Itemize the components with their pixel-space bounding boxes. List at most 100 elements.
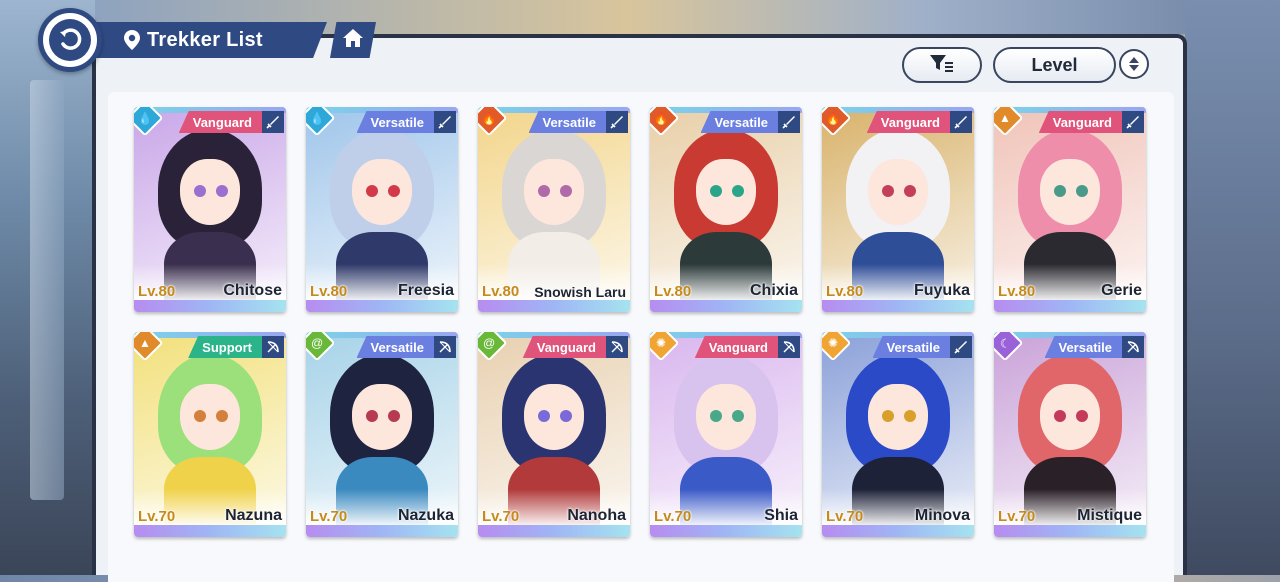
- card-rarity-strip: [650, 300, 802, 312]
- trekker-card[interactable]: ☾ Versatile Lv.70 Mistique: [994, 332, 1146, 537]
- portrait-eye: [538, 410, 550, 422]
- role-badge: Versatile: [356, 111, 434, 133]
- portrait-eye: [882, 185, 894, 197]
- sword-icon: [262, 111, 284, 133]
- element-glyph: 🔥: [653, 110, 669, 125]
- background-left-scenery: [0, 0, 95, 575]
- sort-order-toggle[interactable]: [1119, 49, 1149, 79]
- sword-icon: [606, 111, 628, 133]
- element-glyph: 💧: [309, 110, 325, 125]
- trekker-level: Lv.80: [310, 283, 348, 300]
- back-button[interactable]: [38, 8, 102, 72]
- element-glyph: ✺: [655, 336, 667, 350]
- role-badge: Support: [188, 336, 262, 358]
- page-title: Trekker List: [147, 28, 263, 51]
- filter-button[interactable]: [902, 47, 982, 83]
- sword-icon: [1122, 111, 1144, 133]
- portrait-face: [524, 159, 584, 225]
- role-badge: Versatile: [872, 336, 950, 358]
- location-pin-icon: [123, 29, 141, 51]
- filter-icon: [929, 53, 955, 78]
- portrait-eye: [194, 410, 206, 422]
- trekker-grid: 💧 Vanguard Lv.80 Chitose 💧 Versatile Lv.…: [134, 107, 1149, 537]
- portrait-eye: [388, 410, 400, 422]
- role-badge: Versatile: [356, 336, 434, 358]
- trekker-card[interactable]: ▲ Support Lv.70 Nazuna: [134, 332, 286, 537]
- card-rarity-strip: [650, 525, 802, 537]
- role-badge: Vanguard: [178, 111, 262, 133]
- portrait-eye: [904, 410, 916, 422]
- role-badge: Vanguard: [1038, 111, 1122, 133]
- portrait-face: [868, 384, 928, 450]
- trekker-card[interactable]: 🔥 Vanguard Lv.80 Fuyuka: [822, 107, 974, 312]
- bow-icon: [606, 336, 628, 358]
- portrait-face: [696, 384, 756, 450]
- bow-icon: [434, 336, 456, 358]
- element-glyph: @: [482, 336, 496, 350]
- back-arrow-icon: [49, 19, 91, 61]
- bow-icon: [1122, 336, 1144, 358]
- trekker-level: Lv.70: [482, 508, 520, 525]
- sword-icon: [950, 336, 972, 358]
- card-rarity-strip: [994, 525, 1146, 537]
- sort-ascending-icon: [1129, 57, 1139, 63]
- portrait-eye: [366, 410, 378, 422]
- trekker-name: Nazuna: [225, 507, 282, 524]
- trekker-level: Lv.70: [138, 508, 176, 525]
- portrait-eye: [1054, 410, 1066, 422]
- trekker-card[interactable]: @ Vanguard Lv.70 Nanoha: [478, 332, 630, 537]
- trekker-card[interactable]: 💧 Versatile Lv.80 Freesia: [306, 107, 458, 312]
- bow-icon: [778, 336, 800, 358]
- trekker-name: Nazuka: [397, 507, 454, 524]
- card-rarity-strip: [994, 300, 1146, 312]
- element-glyph: 🔥: [825, 110, 841, 125]
- element-glyph: 💧: [137, 110, 153, 125]
- trekker-name: Nanoha: [567, 507, 626, 524]
- sort-descending-icon: [1129, 65, 1139, 71]
- bow-icon: [262, 336, 284, 358]
- portrait-eye: [538, 185, 550, 197]
- trekker-name: Gerie: [1101, 282, 1142, 299]
- trekker-name: Chitose: [223, 282, 282, 299]
- element-glyph: ▲: [139, 335, 151, 350]
- portrait-eye: [560, 185, 572, 197]
- trekker-card[interactable]: 💧 Vanguard Lv.80 Chitose: [134, 107, 286, 312]
- element-glyph: 🔥: [481, 110, 497, 125]
- portrait-eye: [366, 185, 378, 197]
- home-icon: [342, 28, 364, 53]
- portrait-eye: [388, 185, 400, 197]
- role-badge: Versatile: [700, 111, 778, 133]
- sort-by-button[interactable]: Level: [993, 47, 1116, 83]
- sword-icon: [434, 111, 456, 133]
- portrait-face: [868, 159, 928, 225]
- trekker-level: Lv.70: [826, 508, 864, 525]
- portrait-eye: [882, 410, 894, 422]
- trekker-card[interactable]: @ Versatile Lv.70 Nazuka: [306, 332, 458, 537]
- trekker-name: Mistique: [1077, 507, 1142, 524]
- portrait-face: [180, 384, 240, 450]
- background-right-scenery: [1185, 0, 1280, 575]
- portrait-eye: [560, 410, 572, 422]
- element-glyph: ▲: [999, 110, 1011, 125]
- trekker-card[interactable]: 🔥 Versatile Lv.80 Chixia: [650, 107, 802, 312]
- trekker-card[interactable]: ▲ Vanguard Lv.80 Gerie: [994, 107, 1146, 312]
- trekker-level: Lv.80: [482, 283, 520, 300]
- sword-icon: [950, 111, 972, 133]
- portrait-eye: [1076, 185, 1088, 197]
- trekker-card[interactable]: ✺ Versatile Lv.70 Minova: [822, 332, 974, 537]
- trekker-level: Lv.70: [310, 508, 348, 525]
- sword-icon: [778, 111, 800, 133]
- portrait-eye: [1054, 185, 1066, 197]
- card-rarity-strip: [306, 525, 458, 537]
- portrait-eye: [1076, 410, 1088, 422]
- trekker-card[interactable]: ✺ Vanguard Lv.70 Shia: [650, 332, 802, 537]
- header-title-bar: Trekker List: [95, 22, 327, 58]
- trekker-level: Lv.80: [654, 283, 692, 300]
- element-glyph: @: [310, 336, 324, 350]
- home-button[interactable]: [330, 22, 376, 58]
- trekker-card[interactable]: 🔥 Versatile Lv.80 Snowish Laru: [478, 107, 630, 312]
- trekker-level: Lv.80: [998, 283, 1036, 300]
- portrait-eye: [732, 410, 744, 422]
- portrait-eye: [216, 185, 228, 197]
- card-rarity-strip: [306, 300, 458, 312]
